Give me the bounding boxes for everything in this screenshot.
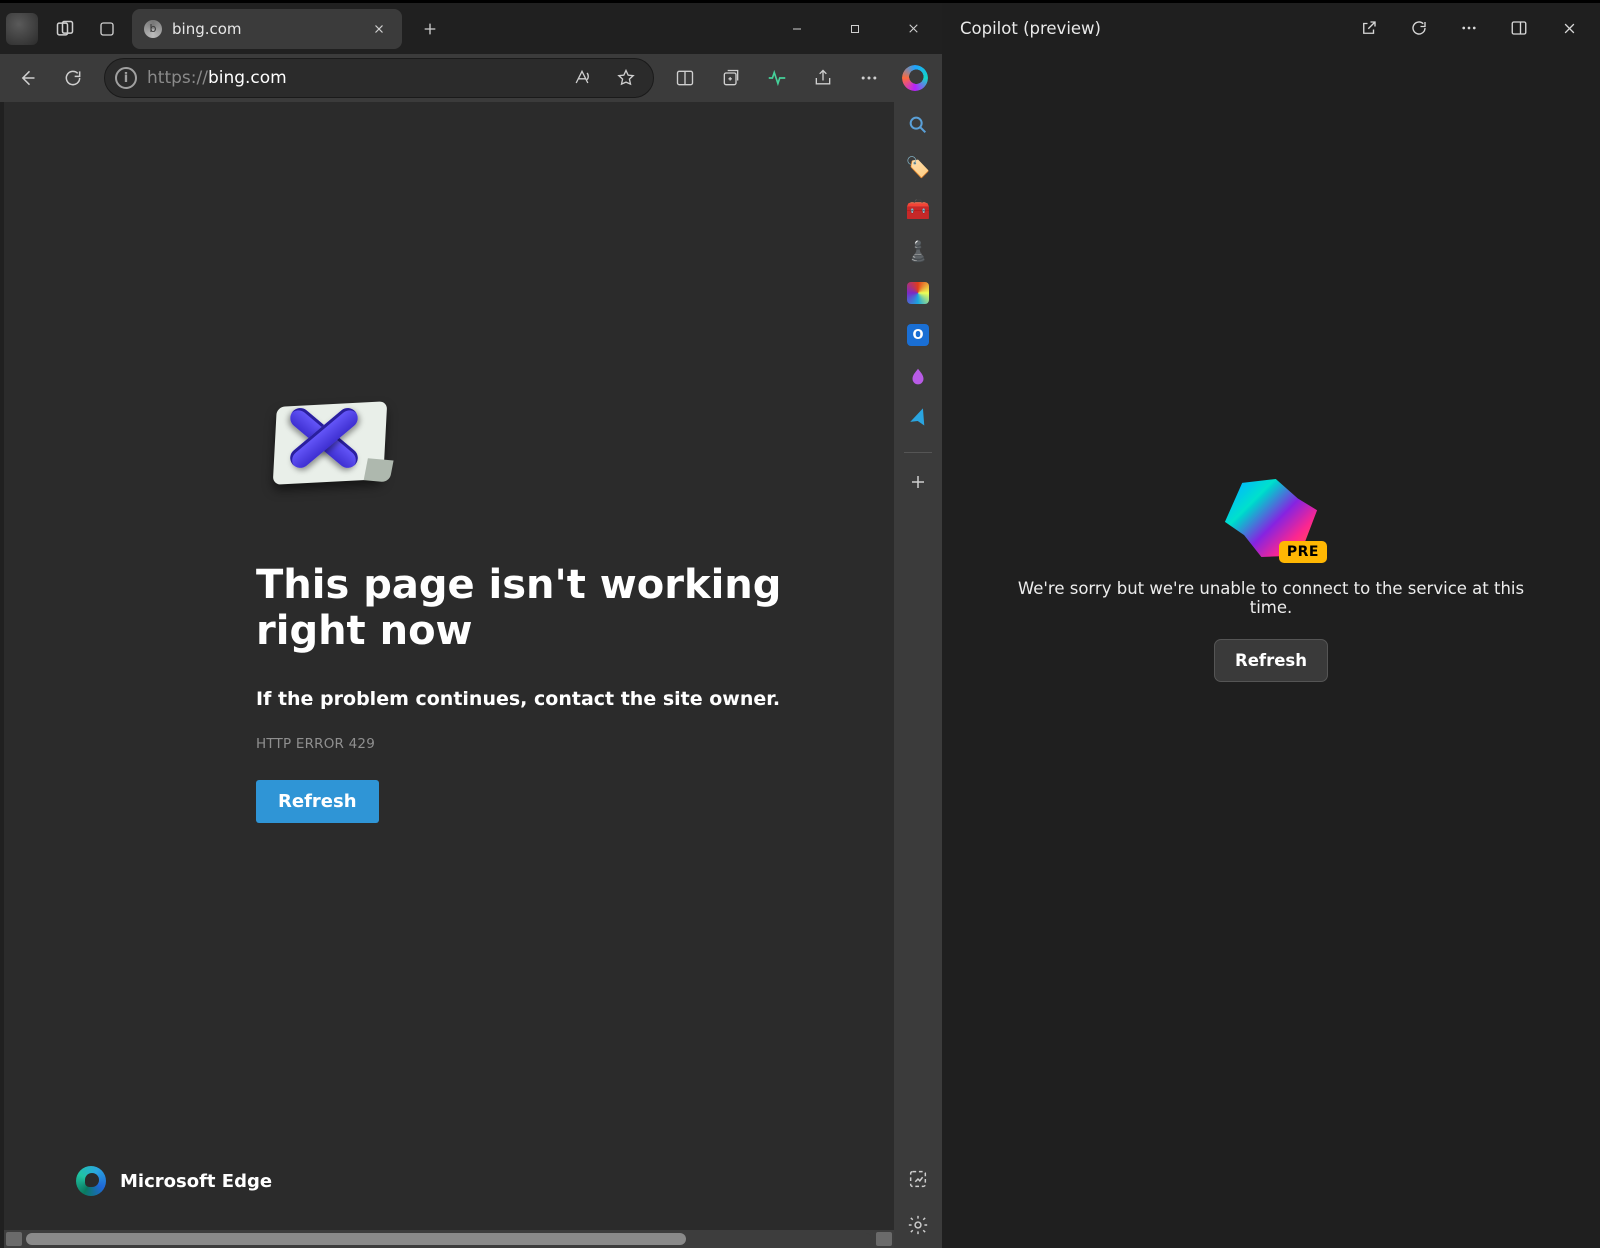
- read-aloud-icon[interactable]: [565, 61, 599, 95]
- copilot-logo: PRE: [1223, 479, 1319, 557]
- toolbox-icon[interactable]: 🧰: [903, 194, 933, 224]
- error-subheading: If the problem continues, contact the si…: [256, 688, 834, 710]
- sidebar-add-icon[interactable]: [903, 467, 933, 497]
- horizontal-scrollbar[interactable]: [4, 1230, 894, 1248]
- tab-title: bing.com: [172, 20, 358, 38]
- scroll-right-arrow-icon[interactable]: [876, 1232, 892, 1246]
- collections-icon[interactable]: [710, 58, 752, 98]
- tab-close-button[interactable]: [368, 18, 390, 40]
- tab-actions-icon[interactable]: [86, 7, 128, 51]
- drop-icon[interactable]: [903, 362, 933, 392]
- title-bar: b bing.com: [0, 3, 942, 54]
- error-illustration: [263, 392, 403, 492]
- favorite-star-icon[interactable]: [609, 61, 643, 95]
- sidebar-divider: [904, 452, 932, 453]
- window-close-button[interactable]: [884, 9, 942, 49]
- copilot-header: Copilot (preview): [942, 3, 1600, 53]
- page-viewport: This page isn't working right now If the…: [4, 102, 894, 1248]
- copilot-dock-icon[interactable]: [1498, 8, 1540, 48]
- scroll-track[interactable]: [26, 1233, 872, 1245]
- scroll-left-arrow-icon[interactable]: [6, 1232, 22, 1246]
- split-screen-icon[interactable]: [664, 58, 706, 98]
- games-icon[interactable]: ♟️: [903, 236, 933, 266]
- tab-favicon-icon: b: [144, 20, 162, 38]
- nav-back-button[interactable]: [6, 58, 48, 98]
- profile-avatar[interactable]: [6, 13, 38, 45]
- error-heading: This page isn't working right now: [256, 562, 834, 654]
- performance-icon[interactable]: [756, 58, 798, 98]
- copilot-toolbar-icon[interactable]: [894, 58, 936, 98]
- browser-tab[interactable]: b bing.com: [132, 9, 402, 49]
- page-refresh-button[interactable]: Refresh: [256, 780, 379, 823]
- copilot-refresh-icon[interactable]: [1398, 8, 1440, 48]
- scroll-thumb[interactable]: [26, 1233, 686, 1245]
- copilot-error-message: We're sorry but we're unable to connect …: [1011, 579, 1531, 617]
- new-tab-button[interactable]: [410, 9, 450, 49]
- browser-window: b bing.com: [0, 3, 942, 1248]
- copilot-more-icon[interactable]: [1448, 8, 1490, 48]
- copilot-refresh-button[interactable]: Refresh: [1214, 639, 1328, 682]
- url-prefix: https://: [147, 68, 208, 88]
- send-icon[interactable]: [899, 400, 937, 438]
- site-info-icon[interactable]: i: [115, 67, 137, 89]
- copilot-title: Copilot (preview): [960, 19, 1340, 38]
- outlook-icon[interactable]: O: [903, 320, 933, 350]
- settings-gear-icon[interactable]: [903, 1210, 933, 1240]
- microsoft-365-icon[interactable]: [903, 278, 933, 308]
- url-text: https://bing.com: [147, 68, 555, 88]
- edge-logo-icon: [76, 1166, 106, 1196]
- copilot-open-external-icon[interactable]: [1348, 8, 1390, 48]
- address-bar[interactable]: i https://bing.com: [104, 58, 654, 98]
- workspaces-icon[interactable]: [44, 7, 86, 51]
- copilot-pane: Copilot (preview): [942, 3, 1600, 1248]
- screenshot-icon[interactable]: [903, 1164, 933, 1194]
- window-maximize-button[interactable]: [826, 9, 884, 49]
- copilot-pre-badge: PRE: [1279, 541, 1327, 563]
- edge-sidebar: 🏷️ 🧰 ♟️ O: [894, 102, 942, 1248]
- nav-refresh-button[interactable]: [52, 58, 94, 98]
- url-domain: bing.com: [208, 68, 287, 88]
- error-code: HTTP ERROR 429: [256, 736, 834, 752]
- share-icon[interactable]: [802, 58, 844, 98]
- window-minimize-button[interactable]: [768, 9, 826, 49]
- copilot-close-button[interactable]: [1548, 8, 1590, 48]
- page-brand-text: Microsoft Edge: [120, 1171, 272, 1192]
- copilot-body: PRE We're sorry but we're unable to conn…: [942, 53, 1600, 1248]
- window-controls: [768, 9, 942, 49]
- search-icon[interactable]: [903, 110, 933, 140]
- toolbar: i https://bing.com: [0, 54, 942, 102]
- page-brand-footer: Microsoft Edge: [76, 1166, 272, 1196]
- more-menu-icon[interactable]: [848, 58, 890, 98]
- shopping-tag-icon[interactable]: 🏷️: [903, 152, 933, 182]
